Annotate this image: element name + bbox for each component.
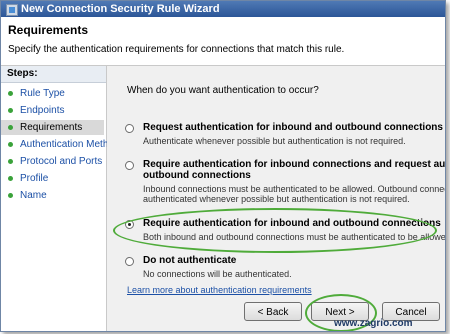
- back-button[interactable]: < Back: [244, 302, 302, 321]
- step-bullet-icon: [8, 108, 13, 113]
- step-label: Name: [20, 190, 47, 201]
- step-bullet-icon: [8, 176, 13, 181]
- title-bar: New Connection Security Rule Wizard: [1, 1, 445, 17]
- step-bullet-icon: [8, 125, 13, 130]
- step-bullet-icon: [8, 193, 13, 198]
- main-content: When do you want authentication to occur…: [107, 66, 445, 331]
- step-profile[interactable]: Profile: [1, 171, 104, 186]
- question-text: When do you want authentication to occur…: [127, 85, 319, 96]
- radio-require-auth[interactable]: [125, 220, 134, 229]
- step-authentication-method[interactable]: Authentication Method: [1, 137, 120, 152]
- option-description: authenticated whenever possible but auth…: [143, 194, 410, 204]
- radio-request-auth[interactable]: [125, 124, 134, 133]
- step-rule-type[interactable]: Rule Type: [1, 86, 104, 101]
- option-description: Authenticate whenever possible but authe…: [143, 136, 406, 146]
- option-title: Do not authenticate: [143, 255, 237, 266]
- radio-do-not-authenticate[interactable]: [125, 257, 134, 266]
- step-endpoints[interactable]: Endpoints: [1, 103, 104, 118]
- step-bullet-icon: [8, 142, 13, 147]
- option-title: Require authentication for inbound and o…: [143, 218, 441, 229]
- step-label: Protocol and Ports: [20, 156, 103, 167]
- steps-header-label: Steps:: [7, 68, 38, 79]
- page-header: Requirements Specify the authentication …: [1, 17, 445, 66]
- page-description: Specify the authentication requirements …: [8, 44, 345, 55]
- radio-require-inbound-request-outbound[interactable]: [125, 161, 134, 170]
- step-label: Rule Type: [20, 88, 65, 99]
- step-label: Authentication Method: [20, 139, 120, 150]
- step-label: Endpoints: [20, 105, 65, 116]
- step-name[interactable]: Name: [1, 188, 104, 203]
- window-title: New Connection Security Rule Wizard: [21, 3, 220, 15]
- steps-header: Steps:: [1, 66, 106, 83]
- wizard-window: New Connection Security Rule Wizard Requ…: [0, 0, 446, 332]
- step-bullet-icon: [8, 159, 13, 164]
- learn-more-link[interactable]: Learn more about authentication requirem…: [127, 285, 312, 295]
- highlight-ellipse: [113, 208, 437, 253]
- step-protocol-and-ports[interactable]: Protocol and Ports: [1, 154, 104, 169]
- app-icon: [6, 4, 18, 16]
- option-description: Both inbound and outbound connections mu…: [143, 232, 446, 242]
- page-title: Requirements: [8, 23, 89, 37]
- steps-panel: Steps: Rule Type Endpoints Requirements …: [1, 66, 120, 331]
- step-bullet-icon: [8, 91, 13, 96]
- option-title: Request authentication for inbound and o…: [143, 122, 443, 133]
- option-description: No connections will be authenticated.: [143, 269, 292, 279]
- watermark: www.zagrio.com: [334, 318, 413, 329]
- step-label: Profile: [20, 173, 49, 184]
- step-requirements[interactable]: Requirements: [1, 120, 104, 135]
- step-label: Requirements: [20, 122, 83, 133]
- option-title-continued: outbound connections: [143, 170, 251, 181]
